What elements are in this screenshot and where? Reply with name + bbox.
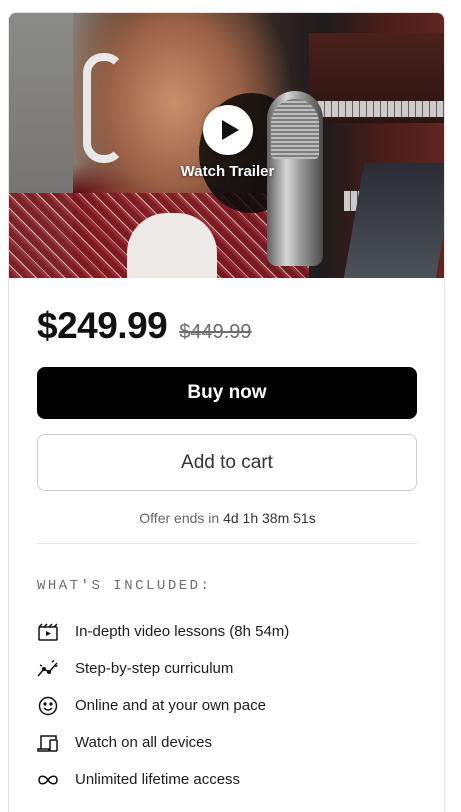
list-item: Online and at your own pace [37, 687, 289, 724]
list-item: In-depth video lessons (8h 54m) [37, 613, 289, 650]
offer-countdown: Offer ends in 4d 1h 38m 51s [9, 510, 444, 526]
mic-stand-image [343, 163, 444, 278]
trailer-thumbnail[interactable]: Watch Trailer [9, 13, 444, 278]
included-heading: WHAT'S INCLUDED: [37, 578, 212, 594]
shirt-image [127, 213, 217, 278]
curriculum-icon [37, 658, 59, 680]
add-to-cart-button[interactable]: Add to cart [37, 434, 417, 491]
feature-label: Online and at your own pace [75, 697, 266, 714]
offer-prefix: Offer ends in [139, 510, 220, 526]
current-price: $249.99 [37, 305, 168, 346]
watch-trailer-label[interactable]: Watch Trailer [9, 163, 444, 180]
feature-label: Step-by-step curriculum [75, 660, 234, 677]
microphone-grill-image [271, 99, 319, 159]
keyboard-image [304, 101, 444, 117]
original-price: $449.99 [179, 321, 252, 343]
divider [37, 543, 417, 544]
play-button[interactable] [203, 105, 253, 155]
price-row: $249.99 $449.99 [37, 305, 252, 347]
product-card: Watch Trailer $249.99 $449.99 Buy now Ad… [8, 12, 445, 812]
countdown-timer: 4d 1h 38m 51s [223, 510, 316, 526]
devices-icon [37, 732, 59, 754]
buy-now-button[interactable]: Buy now [37, 367, 417, 419]
infinity-icon [37, 769, 59, 791]
smiley-icon [37, 695, 59, 717]
feature-label: In-depth video lessons (8h 54m) [75, 623, 290, 640]
feature-label: Unlimited lifetime access [75, 771, 241, 788]
list-item: Watch on all devices [37, 724, 289, 761]
feature-label: Watch on all devices [75, 734, 213, 751]
list-item: Unlimited lifetime access [37, 761, 289, 798]
headphones-image [83, 53, 125, 163]
play-icon [222, 120, 239, 140]
list-item: Step-by-step curriculum [37, 650, 289, 687]
video-lessons-icon [37, 621, 59, 643]
features-list: In-depth video lessons (8h 54m) Step-by-… [37, 613, 289, 798]
